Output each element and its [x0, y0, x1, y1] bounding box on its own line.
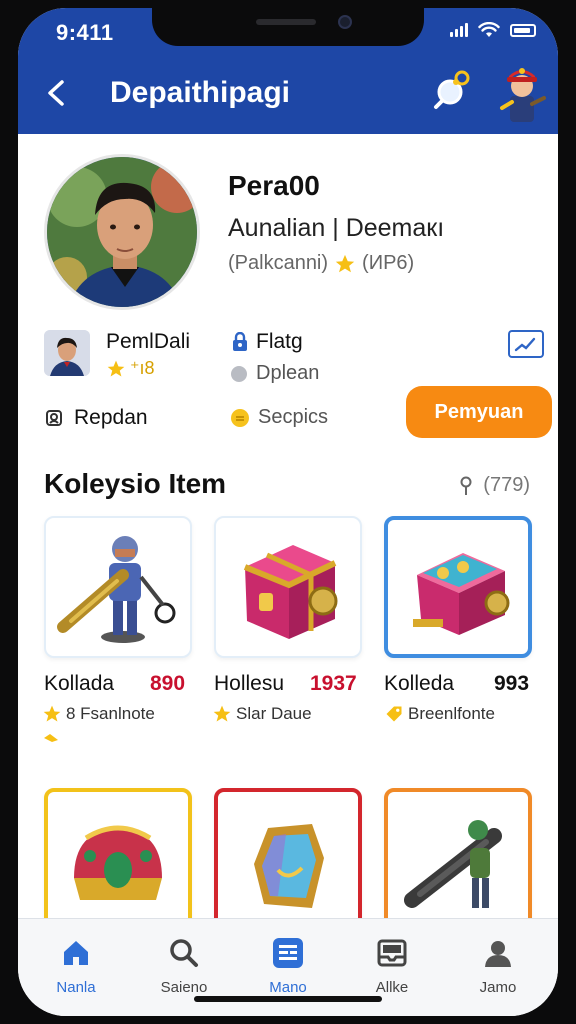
- user-avatar[interactable]: [496, 62, 548, 126]
- camera: [338, 15, 352, 29]
- item-price: 993: [494, 672, 530, 695]
- nav-item-inbox[interactable]: Allke: [342, 929, 442, 999]
- owner-portrait: [44, 330, 90, 376]
- battery-icon: [510, 23, 536, 37]
- star-icon: [213, 705, 231, 722]
- home-indicator: [194, 996, 382, 1002]
- coin-icon: [231, 408, 249, 427]
- collection-count[interactable]: (779): [459, 474, 530, 497]
- nav-label-profile: Jamo: [479, 979, 517, 996]
- flag-label: Flatg: [256, 330, 303, 353]
- inbox-icon: [377, 939, 407, 967]
- cannon-soldier-icon: [57, 536, 176, 643]
- bazooka-soldier-icon: [404, 820, 502, 908]
- item-card-chest[interactable]: [214, 516, 362, 658]
- search-icon[interactable]: [430, 68, 474, 112]
- nav-item-menu[interactable]: Mano: [238, 929, 338, 999]
- owner-avatar[interactable]: [44, 330, 90, 376]
- star-icon: [43, 705, 61, 722]
- item-subtitle: Slar Daue: [212, 704, 312, 724]
- profile-rank: (Palkcanni) (ИР6): [228, 252, 414, 275]
- item-subtitle-text: Slar Daue: [236, 704, 312, 723]
- page-title: Depaithipagi: [110, 76, 291, 109]
- chart-icon: [514, 337, 536, 352]
- wifi-icon: [478, 22, 500, 37]
- profile-portrait: [47, 157, 197, 307]
- species-item[interactable]: Secpics: [230, 406, 328, 429]
- menu-icon: [273, 938, 303, 968]
- app-header: 9:411 Depaithipagi: [18, 8, 558, 134]
- nav-label-menu: Mano: [269, 979, 307, 996]
- item-price: 1937: [310, 672, 357, 695]
- action-row: Repdan Secpics Pemyuan: [44, 386, 552, 446]
- primary-action-button[interactable]: Pemyuan: [406, 386, 552, 438]
- nav-item-profile[interactable]: Jamo: [448, 929, 548, 999]
- report-label: Repdan: [74, 406, 148, 429]
- helmet-icon: [74, 825, 162, 900]
- notch: [152, 8, 424, 46]
- screen: 9:411 Depaithipagi Pera00 Aunalian | Dee…: [18, 8, 558, 1016]
- star-icon: [335, 254, 355, 272]
- rank-code: (ИР6): [362, 252, 415, 274]
- signal-icon: [450, 23, 468, 37]
- report-icon: [46, 410, 62, 426]
- owner-rating: ⁺ı8: [106, 358, 155, 379]
- report-item[interactable]: Repdan: [44, 406, 148, 430]
- item-card-cannon[interactable]: [44, 516, 192, 658]
- speaker: [256, 19, 316, 25]
- nav-label-inbox: Allke: [375, 979, 409, 996]
- item-card-box[interactable]: [384, 516, 532, 658]
- tech-box-icon: [413, 553, 510, 635]
- profile-icon: [485, 941, 511, 967]
- collection-title: Koleysio Item: [44, 468, 227, 499]
- phone-frame: 9:411 Depaithipagi Pera00 Aunalian | Dee…: [0, 0, 576, 1024]
- owner-rating-value: ⁺ı8: [130, 358, 155, 378]
- nav-item-search[interactable]: Saieno: [134, 929, 234, 999]
- option-label: Dplean: [256, 362, 320, 384]
- profile-photo[interactable]: [44, 154, 200, 310]
- location-pin-icon: [460, 476, 472, 495]
- sparkle-icon: [44, 734, 58, 742]
- nav-label-search: Saieno: [160, 979, 208, 996]
- info-row: PemlDali ⁺ı8 Flatg Dplean: [44, 326, 544, 386]
- item-subtitle-text: 8 Fsanlnote: [66, 704, 155, 723]
- option-item[interactable]: Dplean: [230, 362, 319, 385]
- dot-icon: [231, 365, 247, 382]
- item-card-helmet[interactable]: [44, 788, 192, 938]
- nav-item-home[interactable]: Nanla: [26, 929, 126, 999]
- star-icon: [107, 360, 125, 376]
- owner-name: PemlDali: [106, 330, 191, 353]
- treasure-chest-icon: [243, 545, 338, 639]
- species-label: Secpics: [258, 406, 329, 428]
- lock-icon: [233, 332, 247, 351]
- stats-button[interactable]: [508, 330, 544, 358]
- item-subtitle: 8 Fsanlnote: [42, 704, 155, 724]
- item-subtitle-text: Breenlfonte: [408, 704, 495, 723]
- item-name: Kollada: [44, 672, 115, 695]
- lantern-icon: [254, 824, 324, 908]
- home-icon: [64, 941, 88, 965]
- item-subtitle: Breenlfonte: [384, 704, 495, 724]
- rank-text: (Palkcanni): [228, 252, 329, 274]
- status-time: 9:411: [56, 20, 114, 45]
- profile-username: Pera00: [228, 170, 320, 201]
- item-price: 890: [150, 672, 186, 695]
- nav-label-home: Nanla: [56, 979, 96, 996]
- profile-real-name: Aunalian | Deemaкı: [228, 214, 445, 242]
- item-name: Hollesu: [214, 672, 285, 695]
- collection-count-value: (779): [483, 474, 530, 496]
- back-arrow-icon[interactable]: [40, 76, 74, 110]
- item-card-lantern[interactable]: [214, 788, 362, 938]
- search-icon: [170, 939, 198, 967]
- item-card-bazooka[interactable]: [384, 788, 532, 938]
- item-name: Kolleda: [384, 672, 455, 695]
- flag-item[interactable]: Flatg: [230, 330, 303, 354]
- status-icons: [450, 22, 536, 38]
- tag-icon: [386, 706, 402, 722]
